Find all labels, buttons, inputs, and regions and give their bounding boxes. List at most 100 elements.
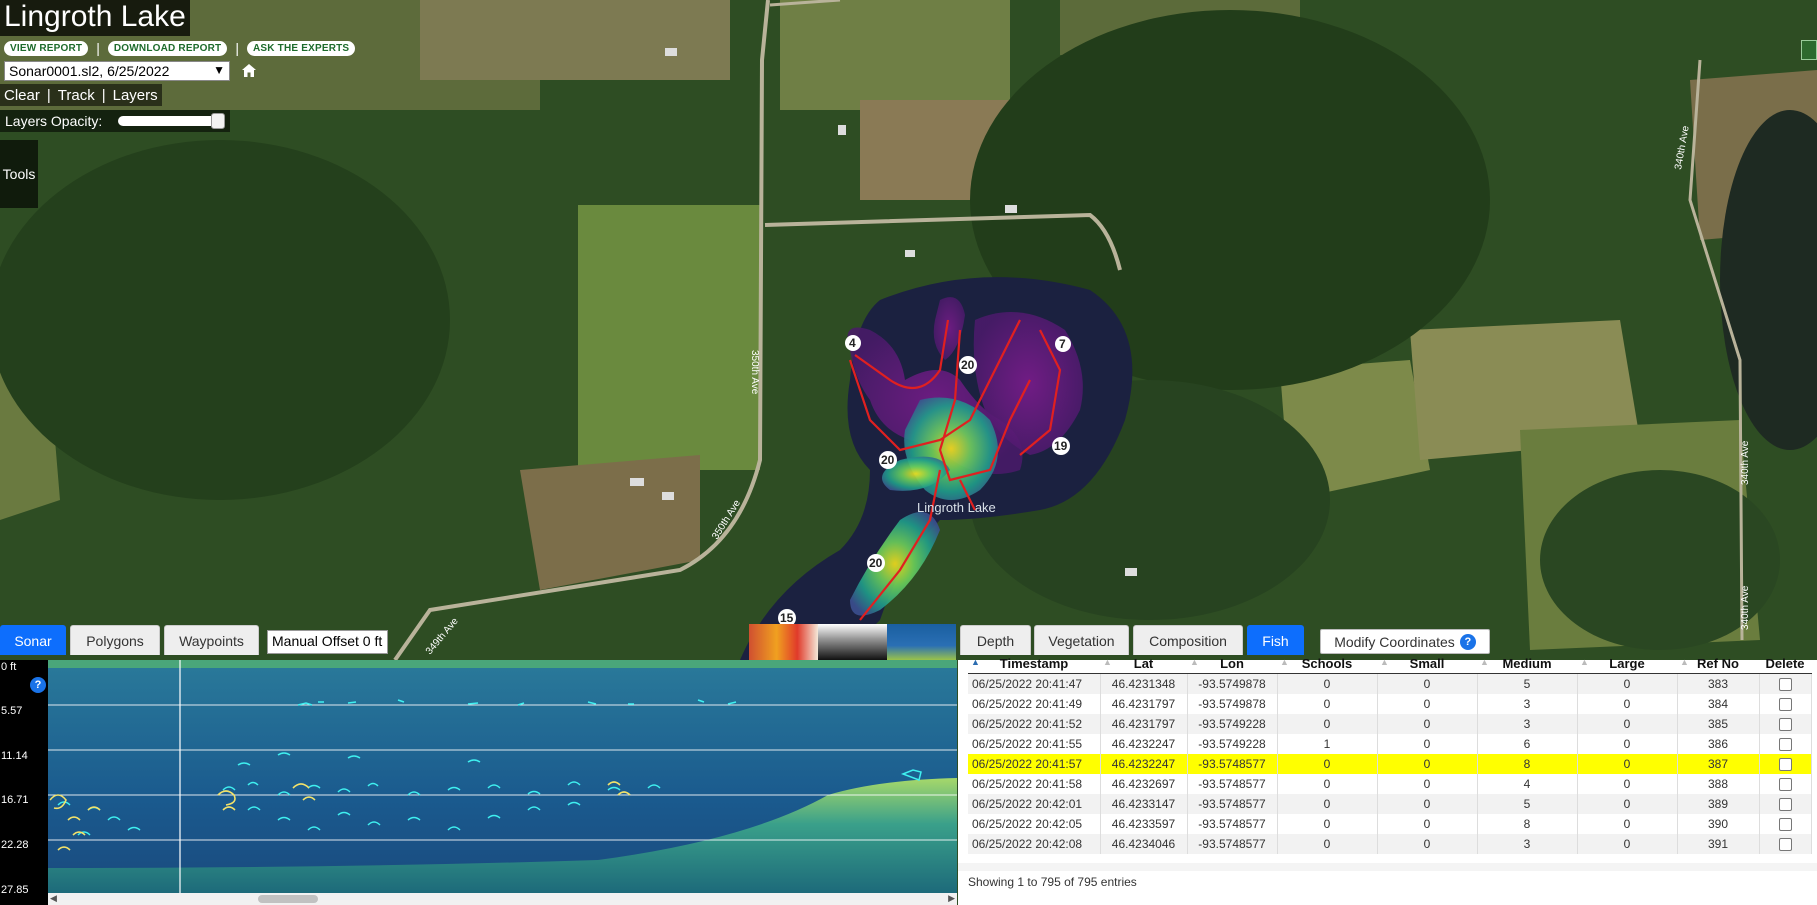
table-cell-medium: 8 [1477, 814, 1578, 834]
download-report-link[interactable]: DOWNLOAD REPORT [107, 40, 228, 56]
sort-icon: ▲ [1280, 657, 1289, 667]
table-cell-delete [1759, 694, 1812, 714]
table-cell-schools: 0 [1277, 794, 1378, 814]
layers-button[interactable]: Layers [113, 87, 158, 104]
view-report-link[interactable]: VIEW REPORT [4, 40, 89, 56]
sonar-thumbnail-heat[interactable] [749, 624, 818, 660]
delete-checkbox[interactable] [1778, 818, 1792, 832]
table-row[interactable]: 06/25/2022 20:41:57 46.4232247 -93.5748577… [968, 754, 1812, 774]
column-header-schools[interactable]: ▲ Schools [1277, 654, 1377, 674]
delete-checkbox[interactable] [1778, 698, 1792, 712]
tools-button[interactable]: Tools [0, 140, 38, 208]
forest [0, 140, 450, 500]
column-header-lon[interactable]: ▲ Lon [1187, 654, 1277, 674]
building [838, 125, 846, 135]
modify-coordinates-button[interactable]: Modify Coordinates ? [1320, 629, 1490, 654]
table-cell-medium: 5 [1477, 673, 1578, 694]
slider-thumb[interactable] [211, 113, 225, 129]
tab-vegetation[interactable]: Vegetation [1034, 625, 1129, 655]
table-row[interactable]: 06/25/2022 20:41:52 46.4231797 -93.5749228… [968, 714, 1812, 734]
tab-fish[interactable]: Fish [1247, 625, 1304, 655]
table-cell-lat: 46.4233147 [1100, 794, 1188, 814]
surface-band [48, 660, 957, 668]
table-cell-delete [1759, 754, 1812, 774]
delete-checkbox[interactable] [1778, 758, 1792, 772]
delete-checkbox[interactable] [1778, 798, 1792, 812]
sonar-thumbnail-map[interactable] [887, 624, 956, 660]
home-icon[interactable] [240, 62, 258, 80]
tab-polygons[interactable]: Polygons [70, 625, 160, 655]
tab-waypoints[interactable]: Waypoints [164, 625, 259, 655]
table-cell-large: 0 [1577, 814, 1678, 834]
depth-tick: 5.57 [1, 705, 23, 717]
table-cell-large: 0 [1577, 694, 1678, 714]
page-title: Lingroth Lake [0, 0, 190, 36]
table-cell-schools: 0 [1277, 774, 1378, 794]
column-header-small[interactable]: ▲ Small [1377, 654, 1477, 674]
delete-checkbox[interactable] [1778, 678, 1792, 692]
contour-label: 4 [849, 336, 856, 350]
table-row[interactable]: 06/25/2022 20:42:01 46.4233147 -93.5748577… [968, 794, 1812, 814]
table-cell-lat: 46.4234046 [1100, 834, 1188, 854]
help-icon[interactable]: ? [30, 677, 46, 693]
column-header-ref-no[interactable]: ▲ Ref No [1677, 654, 1759, 674]
table-cell-small: 0 [1377, 774, 1478, 794]
column-header-medium[interactable]: ▲ Medium [1477, 654, 1577, 674]
clear-button[interactable]: Clear [4, 87, 40, 104]
sonar-scrollbar[interactable]: ◀ ▶ [48, 893, 957, 905]
table-cell-large: 0 [1577, 794, 1678, 814]
table-cell-timestamp: 06/25/2022 20:41:55 [968, 734, 1101, 754]
delete-checkbox[interactable] [1778, 738, 1792, 752]
ask-experts-link[interactable]: ASK THE EXPERTS [246, 40, 356, 56]
sonar-thumbnail-grayscale[interactable] [818, 624, 887, 660]
road-label: 340th Ave [1740, 440, 1751, 485]
table-row[interactable]: 06/25/2022 20:41:58 46.4232697 -93.5748577… [968, 774, 1812, 794]
tab-depth[interactable]: Depth [960, 625, 1031, 655]
table-cell-delete [1759, 814, 1812, 834]
table-row[interactable]: 06/25/2022 20:41:49 46.4231797 -93.5749878… [968, 694, 1812, 714]
tab-sonar[interactable]: Sonar [0, 625, 66, 655]
table-cell-schools: 0 [1277, 714, 1378, 734]
help-icon[interactable]: ? [1459, 633, 1476, 650]
table-cell-ref: 387 [1677, 754, 1760, 774]
road-label: 340th Ave [1740, 585, 1751, 630]
delete-checkbox[interactable] [1778, 718, 1792, 732]
table-cell-ref: 391 [1677, 834, 1760, 854]
table-cell-lat: 46.4231797 [1100, 714, 1188, 734]
column-header-lat[interactable]: ▲ Lat [1100, 654, 1187, 674]
sonar-echogram[interactable] [48, 660, 957, 893]
table-cell-delete [1759, 774, 1812, 794]
table-cell-small: 0 [1377, 734, 1478, 754]
scrollbar-thumb[interactable] [258, 895, 318, 903]
table-cell-small: 0 [1377, 714, 1478, 734]
table-cell-lat: 46.4232247 [1100, 754, 1188, 774]
delete-checkbox[interactable] [1778, 838, 1792, 852]
delete-checkbox[interactable] [1778, 778, 1792, 792]
expand-icon[interactable] [1801, 40, 1817, 60]
road-label: 350th Ave [749, 350, 760, 395]
field [578, 205, 760, 470]
sonar-file-select[interactable]: Sonar0001.sl2, 6/25/2022 ▼ [4, 61, 230, 81]
table-row[interactable]: 06/25/2022 20:42:05 46.4233597 -93.5748577… [968, 814, 1812, 834]
tab-composition[interactable]: Composition [1133, 625, 1243, 655]
table-row[interactable]: 06/25/2022 20:41:47 46.4231348 -93.5749878… [968, 673, 1812, 694]
layers-opacity-slider[interactable] [118, 113, 225, 129]
track-button[interactable]: Track [58, 87, 95, 104]
table-scrollbar[interactable] [958, 863, 1817, 871]
manual-offset-input[interactable]: Manual Offset 0 ft [267, 630, 388, 654]
table-cell-lon: -93.5748577 [1187, 814, 1278, 834]
table-row[interactable]: 06/25/2022 20:42:08 46.4234046 -93.5748577… [968, 834, 1812, 854]
table-cell-ref: 384 [1677, 694, 1760, 714]
table-cell-ref: 388 [1677, 774, 1760, 794]
column-header-timestamp[interactable]: ▲ Timestamp [968, 654, 1100, 674]
table-cell-lon: -93.5748577 [1187, 774, 1278, 794]
scroll-left-icon[interactable]: ◀ [50, 893, 57, 904]
chevron-down-icon: ▼ [213, 63, 225, 77]
table-row[interactable]: 06/25/2022 20:41:55 46.4232247 -93.5749228… [968, 734, 1812, 754]
table-cell-medium: 3 [1477, 694, 1578, 714]
table-cell-schools: 0 [1277, 694, 1378, 714]
scroll-right-icon[interactable]: ▶ [948, 893, 955, 904]
column-header-large[interactable]: ▲ Large [1577, 654, 1677, 674]
table-cell-small: 0 [1377, 754, 1478, 774]
building [905, 250, 915, 257]
